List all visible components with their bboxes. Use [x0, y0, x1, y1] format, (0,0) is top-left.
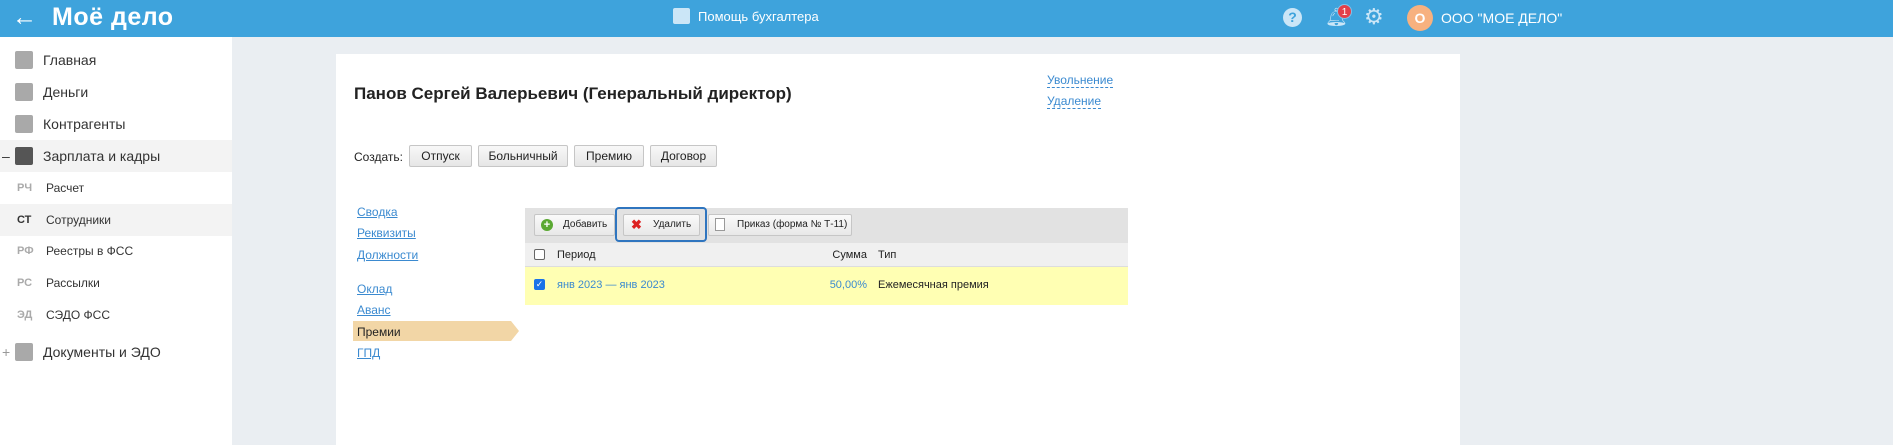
nav-gpd[interactable]: ГПД — [357, 346, 380, 360]
document-icon — [715, 218, 725, 231]
grid-header: Период Сумма Тип — [525, 243, 1128, 267]
sidebar-item-money[interactable]: Деньги — [0, 76, 232, 108]
expand-icon[interactable]: + — [2, 336, 10, 368]
row-checkbox[interactable]: ✓ — [534, 279, 545, 290]
period-link[interactable]: янв 2023 — янв 2023 — [557, 267, 665, 303]
grid-toolbar: + Добавить ✖ Удалить Приказ (форма № Т-11) — [525, 207, 1128, 243]
back-arrow-icon[interactable]: ← — [12, 3, 37, 32]
sum-link[interactable]: 50,00% — [830, 267, 867, 303]
table-row[interactable]: ✓ янв 2023 — янв 2023 50,00% Ежемесячная… — [525, 267, 1128, 305]
sidebar-subitem-calc[interactable]: РЧ Расчет — [0, 172, 232, 204]
select-all-checkbox[interactable] — [534, 249, 545, 260]
nav-advance[interactable]: Аванс — [357, 303, 391, 317]
sidebar-subitem-mailings[interactable]: РС Рассылки — [0, 267, 232, 299]
nav-salary[interactable]: Оклад — [357, 282, 392, 296]
nav-details[interactable]: Реквизиты — [357, 226, 416, 240]
sidebar-item-contractors[interactable]: Контрагенты — [0, 108, 232, 140]
column-period[interactable]: Период — [557, 243, 596, 267]
delete-employee-link[interactable]: Удаление — [1047, 94, 1102, 109]
order-t11-button[interactable]: Приказ (форма № Т-11) — [708, 214, 852, 236]
helper-title[interactable]: Помощь бухгалтера — [698, 9, 819, 24]
bonus-grid: + Добавить ✖ Удалить Приказ (форма № Т-11)… — [525, 207, 1128, 305]
sidebar-subitem-employees[interactable]: СТ Сотрудники — [0, 204, 232, 236]
sidebar-subitem-sedo[interactable]: ЭД СЭДО ФСС — [0, 299, 232, 331]
logo[interactable]: Моё дело — [52, 3, 174, 32]
help-icon[interactable]: ? — [1283, 8, 1302, 27]
column-sum[interactable]: Сумма — [832, 243, 867, 267]
column-type[interactable]: Тип — [878, 243, 896, 267]
bonus-type: Ежемесячная премия — [878, 279, 989, 291]
delete-button[interactable]: ✖ Удалить — [623, 214, 700, 236]
cash-register-icon — [673, 8, 690, 24]
create-sick-leave-button[interactable]: Больничный — [478, 145, 568, 167]
collapse-icon[interactable]: – — [2, 140, 10, 172]
avatar[interactable]: О — [1407, 5, 1433, 31]
gear-icon[interactable]: ⚙ — [1364, 4, 1384, 30]
sidebar: Главная Деньги Контрагенты – Зарплата и к… — [0, 37, 232, 445]
create-bonus-button[interactable]: Премию — [574, 145, 644, 167]
home-icon — [15, 51, 33, 69]
add-button[interactable]: + Добавить — [534, 214, 615, 236]
top-bar: ← Моё дело Помощь бухгалтера ? 🔔︎ 1 ⚙ О … — [0, 0, 1893, 37]
nav-positions[interactable]: Должности — [357, 248, 418, 262]
wallet-icon — [15, 147, 33, 165]
sidebar-item-home[interactable]: Главная — [0, 44, 232, 76]
sidebar-item-salary[interactable]: – Зарплата и кадры — [0, 140, 232, 172]
folder-icon — [15, 343, 33, 361]
money-icon — [15, 83, 33, 101]
create-vacation-button[interactable]: Отпуск — [409, 145, 472, 167]
nav-summary[interactable]: Сводка — [357, 205, 398, 219]
notification-badge: 1 — [1337, 4, 1352, 19]
dismiss-link[interactable]: Увольнение — [1047, 73, 1114, 88]
plus-icon: + — [541, 219, 553, 231]
sidebar-subitem-registers[interactable]: РФ Реестры в ФСС — [0, 235, 232, 267]
nav-bonuses[interactable]: Премии — [357, 325, 401, 339]
sidebar-item-documents[interactable]: + Документы и ЭДО — [0, 336, 232, 368]
org-name[interactable]: ООО "МОЕ ДЕЛО" — [1441, 10, 1562, 26]
create-label: Создать: — [354, 150, 403, 164]
person-icon — [15, 115, 33, 133]
create-contract-button[interactable]: Договор — [650, 145, 717, 167]
page-title: Панов Сергей Валерьевич (Генеральный дир… — [354, 84, 792, 103]
delete-x-icon: ✖ — [631, 217, 642, 232]
